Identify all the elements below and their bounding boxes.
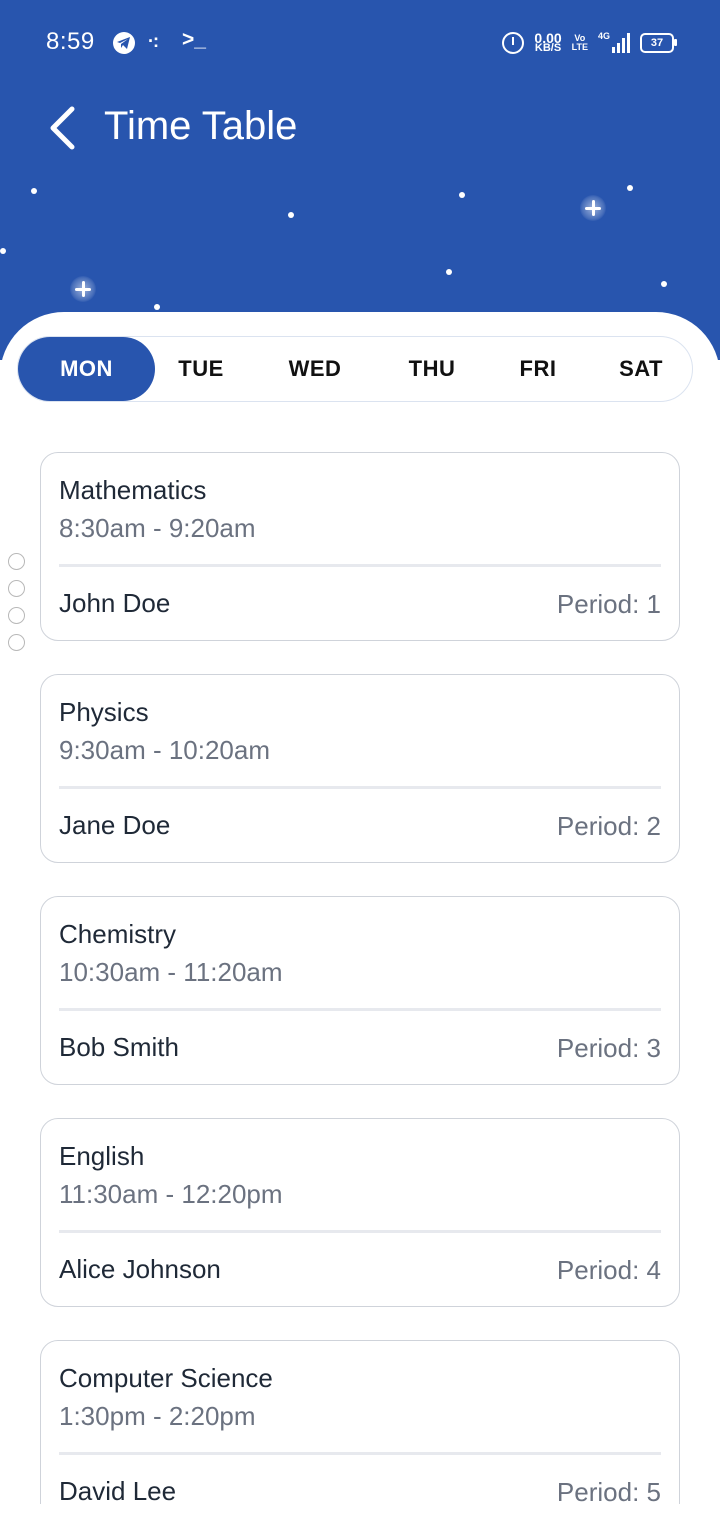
page-title: Time Table xyxy=(104,104,298,148)
class-time: 11:30am - 12:20pm xyxy=(59,1179,283,1209)
volte-icon: Vo LTE xyxy=(572,34,588,52)
telegram-icon xyxy=(113,32,135,54)
schedule-card[interactable]: Mathematics 8:30am - 9:20am John Doe Per… xyxy=(40,452,680,641)
sparkle-decoration xyxy=(580,195,606,221)
terminal-icon: >_ xyxy=(182,28,206,51)
handle-dot xyxy=(8,607,25,624)
status-bar: 8:59 ·: >_ 0.00 KB/S Vo LTE 4G 37 xyxy=(0,0,720,90)
schedule-card[interactable]: Computer Science 1:30pm - 2:20pm David L… xyxy=(40,1340,680,1504)
class-time: 1:30pm - 2:20pm xyxy=(59,1401,256,1431)
tab-mon[interactable]: MON xyxy=(18,337,155,401)
card-divider xyxy=(59,1230,661,1233)
teacher-name: Jane Doe xyxy=(59,810,171,840)
day-selector: MON TUE WED THU FRI SAT xyxy=(17,336,693,402)
teacher-name: Bob Smith xyxy=(59,1032,179,1062)
status-time: 8:59 xyxy=(46,28,95,55)
tab-wed[interactable]: WED xyxy=(260,337,370,401)
schedule-card[interactable]: English 11:30am - 12:20pm Alice Johnson … xyxy=(40,1118,680,1307)
volte-bottom: LTE xyxy=(571,42,588,52)
signal-icon: 4G xyxy=(598,31,630,53)
network-speed: 0.00 KB/S xyxy=(534,31,562,54)
card-divider xyxy=(59,786,661,789)
teacher-name: David Lee xyxy=(59,1476,177,1504)
star-decoration xyxy=(0,248,6,254)
class-time: 9:30am - 10:20am xyxy=(59,735,271,765)
schedule-card[interactable]: Physics 9:30am - 10:20am Jane Doe Period… xyxy=(40,674,680,863)
period-label: Period: 5 xyxy=(556,1477,661,1504)
tab-tue[interactable]: TUE xyxy=(155,337,247,401)
star-decoration xyxy=(661,281,667,287)
handle-dot xyxy=(8,634,25,651)
battery-level: 37 xyxy=(650,37,664,49)
handle-dot xyxy=(8,580,25,597)
notification-dots-icon: ·: xyxy=(148,31,159,51)
subject-name: English xyxy=(59,1141,145,1171)
battery-icon: 37 xyxy=(640,33,677,53)
sparkle-decoration xyxy=(70,276,96,302)
class-time: 10:30am - 11:20am xyxy=(59,957,283,987)
teacher-name: John Doe xyxy=(59,588,171,618)
tab-fri[interactable]: FRI xyxy=(498,337,578,401)
subject-name: Mathematics xyxy=(59,475,207,505)
class-time: 8:30am - 9:20am xyxy=(59,513,256,543)
subject-name: Computer Science xyxy=(59,1363,273,1393)
period-label: Period: 2 xyxy=(556,811,661,841)
handle-dot xyxy=(8,553,25,570)
card-divider xyxy=(59,1008,661,1011)
floating-handle[interactable] xyxy=(8,553,26,661)
period-label: Period: 1 xyxy=(556,589,661,619)
star-decoration xyxy=(627,185,633,191)
header-banner: 8:59 ·: >_ 0.00 KB/S Vo LTE 4G 37 Time T… xyxy=(0,0,720,360)
card-divider xyxy=(59,1452,661,1455)
network-speed-unit: KB/S xyxy=(534,42,562,54)
back-arrow-icon xyxy=(50,106,75,150)
star-decoration xyxy=(288,212,294,218)
schedule-card[interactable]: Chemistry 10:30am - 11:20am Bob Smith Pe… xyxy=(40,896,680,1085)
schedule-list: Mathematics 8:30am - 9:20am John Doe Per… xyxy=(40,452,680,1504)
network-type: 4G xyxy=(598,31,611,41)
subject-name: Physics xyxy=(59,697,149,727)
star-decoration xyxy=(154,304,160,310)
period-label: Period: 3 xyxy=(556,1033,661,1063)
alarm-icon xyxy=(502,32,525,54)
star-decoration xyxy=(459,192,465,198)
star-decoration xyxy=(446,269,452,275)
subject-name: Chemistry xyxy=(59,919,177,949)
tab-sat[interactable]: SAT xyxy=(596,337,686,401)
teacher-name: Alice Johnson xyxy=(59,1254,221,1284)
star-decoration xyxy=(31,188,37,194)
card-divider xyxy=(59,564,661,567)
period-label: Period: 4 xyxy=(556,1255,661,1285)
back-button[interactable] xyxy=(40,100,90,156)
tab-thu[interactable]: THU xyxy=(386,337,478,401)
